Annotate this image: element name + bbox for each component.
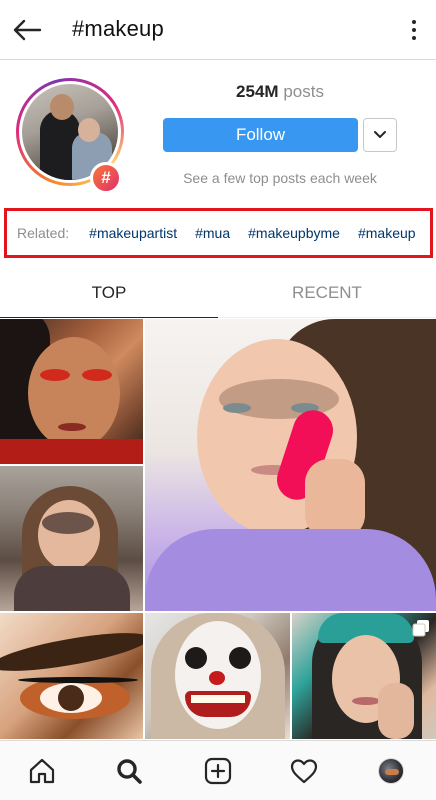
post-red-eyeshadow[interactable]: [0, 319, 143, 464]
hashtag-header: # 254M posts Follow See a few top posts …: [0, 60, 436, 208]
page-title: #makeup: [72, 16, 164, 41]
post-sponge-application[interactable]: [145, 319, 436, 611]
posts-count-line: 254M posts: [163, 82, 397, 102]
search-icon: [117, 759, 142, 784]
add-post-icon: [204, 757, 232, 785]
chevron-down-icon: [374, 131, 386, 138]
back-button[interactable]: [8, 12, 46, 48]
home-icon: [29, 758, 55, 784]
posts-grid: [0, 319, 436, 739]
tab-top[interactable]: TOP: [0, 268, 218, 318]
heart-icon: [290, 759, 318, 784]
post-teal-hair[interactable]: [292, 613, 436, 739]
post-eyeliner-closeup[interactable]: [0, 613, 143, 739]
multiple-photos-icon: [412, 620, 429, 637]
posts-label: posts: [283, 82, 324, 101]
tab-recent[interactable]: RECENT: [218, 268, 436, 318]
more-options-button[interactable]: [406, 16, 422, 44]
related-tag-makeup[interactable]: #makeup: [358, 225, 416, 241]
related-hashtags-bar: Related: #makeupartist #mua #makeupbyme …: [4, 208, 433, 258]
related-tag-makeupartist[interactable]: #makeupartist: [89, 225, 177, 241]
top-bar: #makeup: [0, 0, 436, 60]
nav-search[interactable]: [107, 751, 151, 791]
follow-button[interactable]: Follow: [163, 118, 358, 152]
posts-count: 254M: [236, 82, 279, 101]
related-tag-makeupbyme[interactable]: #makeupbyme: [248, 225, 340, 241]
related-tag-mua[interactable]: #mua: [195, 225, 230, 241]
profile-avatar: [378, 758, 404, 784]
related-label: Related:: [17, 225, 70, 241]
bottom-navigation: [0, 740, 436, 800]
post-clown-makeup[interactable]: [145, 613, 290, 739]
arrow-left-icon: [13, 19, 42, 41]
nav-add-post[interactable]: [196, 751, 240, 791]
follow-dropdown-button[interactable]: [363, 118, 397, 152]
nav-activity[interactable]: [282, 751, 326, 791]
more-vertical-icon: [412, 20, 416, 24]
feed-tabs: TOP RECENT: [0, 268, 436, 318]
top-posts-hint: See a few top posts each week: [183, 170, 377, 186]
nav-home[interactable]: [20, 751, 64, 791]
hashtag-badge-icon: #: [90, 162, 122, 194]
post-child-facepaint[interactable]: [0, 466, 143, 611]
nav-profile[interactable]: [369, 751, 413, 791]
